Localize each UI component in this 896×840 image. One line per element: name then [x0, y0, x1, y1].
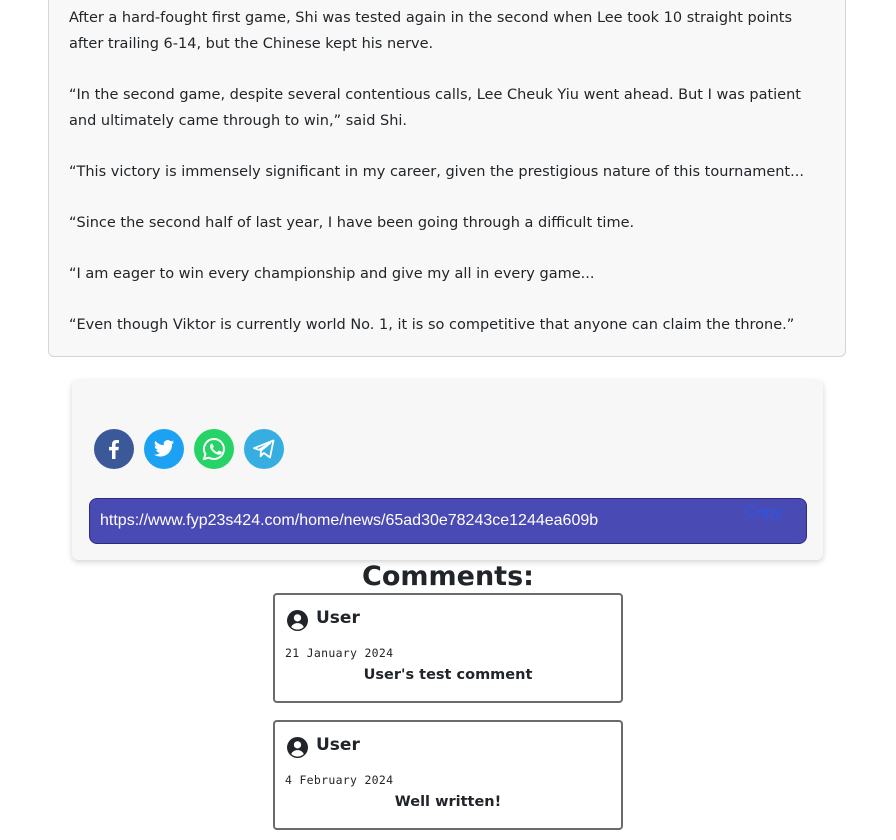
telegram-icon[interactable]: [244, 429, 284, 469]
comment-card: User 21 January 2024 User's test comment: [273, 593, 623, 703]
share-url-field[interactable]: https://www.fyp23s424.com/home/news/65ad…: [89, 498, 807, 544]
twitter-icon[interactable]: [144, 429, 184, 469]
copy-button[interactable]: Copy: [739, 503, 788, 523]
comment-date: 21 January 2024: [285, 646, 394, 660]
comment-text: Well written!: [394, 794, 502, 810]
article-paragraph: “I am eager to win every championship an…: [69, 266, 595, 282]
user-avatar-icon: [287, 610, 308, 631]
share-url-text: https://www.fyp23s424.com/home/news/65ad…: [100, 512, 599, 529]
comment-user-name: User: [316, 735, 360, 755]
facebook-icon[interactable]: [94, 429, 134, 469]
article-paragraph: “This victory is immensely significant i…: [69, 164, 804, 180]
comment-date: 4 February 2024: [285, 773, 394, 787]
twitter-glyph: [153, 440, 175, 457]
article-paragraph: “Since the second half of last year, I h…: [69, 215, 635, 231]
comment-text: User's test comment: [363, 667, 533, 683]
telegram-glyph: [253, 439, 275, 459]
article-body: After a hard-fought first game, Shi was …: [48, 0, 846, 357]
article-paragraph: “Even though Viktor is currently world N…: [69, 317, 795, 333]
article-paragraph: After a hard-fought first game, Shi was …: [69, 10, 793, 52]
user-avatar-icon: [287, 737, 308, 758]
facebook-glyph: [109, 439, 119, 459]
comment-user-name: User: [316, 608, 360, 628]
whatsapp-glyph: [202, 437, 225, 461]
whatsapp-icon[interactable]: [194, 429, 234, 469]
comment-card: User 4 February 2024 Well written!: [273, 720, 623, 830]
page: After a hard-fought first game, Shi was …: [0, 0, 896, 840]
comments-title: Comments:: [362, 561, 534, 592]
share-card: https://www.fyp23s424.com/home/news/65ad…: [72, 380, 823, 560]
article-paragraph: “In the second game, despite several con…: [69, 87, 801, 129]
